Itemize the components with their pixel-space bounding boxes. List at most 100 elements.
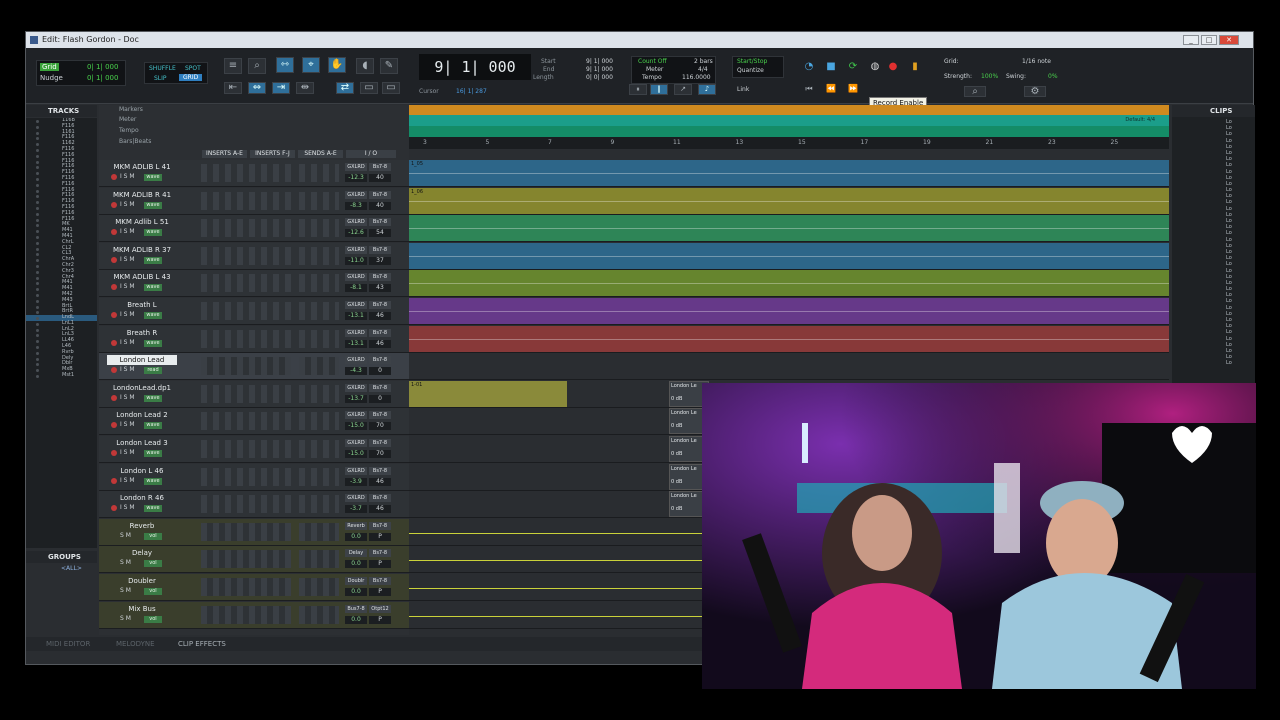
send-slots[interactable] <box>299 357 339 376</box>
track-row[interactable]: MKM ADLIB L 43 I S M wave GXLRD Bs7-8 -8.1 43 <box>99 270 409 298</box>
track-row[interactable]: Doubler S M vol Doublr Bs7-8 0.0 P <box>99 574 409 601</box>
record-enable-icon[interactable] <box>111 312 117 318</box>
insert-slots[interactable] <box>201 219 291 238</box>
track-row[interactable]: MKM Adlib L 51 I S M wave GXLRD Bs7-8 -12.6 54 <box>99 215 409 243</box>
track-buttons-icon[interactable]: I S M <box>120 256 135 263</box>
pan-value[interactable]: 70 <box>369 450 391 458</box>
input-selector[interactable]: GXLRD <box>345 328 367 337</box>
track-lane[interactable] <box>409 242 1169 270</box>
volume-value[interactable]: -13.7 <box>345 394 367 403</box>
record-enable-icon[interactable] <box>111 367 117 374</box>
track-name[interactable]: MKM ADLIB L 41 <box>107 162 177 172</box>
pan-value[interactable]: 0 <box>369 367 391 376</box>
track-lane[interactable]: 1_06 <box>409 187 1169 215</box>
clip-list-item[interactable]: Lo <box>1172 360 1255 366</box>
input-selector[interactable]: GXLRD <box>345 494 367 503</box>
insert-slots[interactable] <box>201 191 291 210</box>
track-name[interactable]: London Lead 2 <box>107 410 177 420</box>
automation-mode[interactable]: wave <box>144 450 162 457</box>
automation-mode[interactable]: read <box>144 367 162 375</box>
track-name[interactable]: LondonLead.dp1 <box>107 383 177 393</box>
input-selector[interactable]: GXLRD <box>345 218 367 227</box>
insert-slots[interactable] <box>201 495 291 514</box>
group-all[interactable]: <ALL> <box>61 565 82 572</box>
strength-value[interactable]: 100% <box>981 73 998 80</box>
track-name[interactable]: MKM ADLIB R 37 <box>107 245 177 255</box>
output-selector[interactable]: Bs7-8 <box>369 439 391 447</box>
record-enable-icon[interactable] <box>111 505 117 512</box>
pan-value[interactable]: P <box>369 588 391 596</box>
quantize-label[interactable]: Quantize <box>737 67 764 74</box>
tab-clip-effects[interactable]: CLIP EFFECTS <box>178 637 226 651</box>
automation-mode[interactable]: wave <box>144 477 162 485</box>
length-value[interactable]: 0| 0| 000 <box>586 74 613 81</box>
online-icon[interactable]: ◔ <box>800 60 818 76</box>
insert-slots[interactable] <box>201 467 291 486</box>
track-buttons-icon[interactable]: S M <box>120 532 131 539</box>
send-slots[interactable] <box>299 467 339 486</box>
output-selector[interactable]: Bs7-8 <box>369 163 391 171</box>
track-row[interactable]: LondonLead.dp1 I S M wave GXLRD Bs7-8 -13.7 0 <box>99 380 409 408</box>
insert-slots[interactable] <box>201 164 291 182</box>
automation-mode[interactable]: wave <box>144 174 162 181</box>
volume-value[interactable]: -11.0 <box>345 256 367 265</box>
volume-value[interactable]: 0.0 <box>345 615 367 624</box>
send-slots[interactable] <box>299 605 339 624</box>
scrubber-tool-icon[interactable]: ◖ <box>356 58 374 74</box>
insert-slots[interactable] <box>201 357 291 376</box>
pan-value[interactable]: 40 <box>369 174 391 182</box>
automation-mode[interactable]: vol <box>144 615 162 623</box>
tab-to-transient-icon[interactable]: ⇥ <box>272 82 290 94</box>
output-selector[interactable]: Bs7-8 <box>369 383 391 392</box>
grid2-value[interactable]: 1/16 note <box>1022 58 1051 65</box>
pan-value[interactable]: P <box>369 532 391 541</box>
output-selector[interactable]: Bs7-8 <box>369 549 391 558</box>
input-selector[interactable]: Doublr <box>345 577 367 585</box>
pan-value[interactable]: 70 <box>369 422 391 431</box>
automation-mode[interactable]: vol <box>144 532 162 540</box>
send-slots[interactable] <box>299 219 339 238</box>
loop-edit-icon[interactable]: ▭ <box>360 82 378 94</box>
input-selector[interactable]: GXLRD <box>345 383 367 392</box>
track-row[interactable]: MKM ADLIB L 41 I S M wave GXLRD Bs7-8 -12.3 40 <box>99 160 409 187</box>
automation-mode[interactable]: vol <box>144 560 162 568</box>
insert-slots[interactable] <box>201 246 291 265</box>
mirror-icon[interactable]: ⇹ <box>296 82 314 94</box>
pan-value[interactable]: 46 <box>369 339 391 348</box>
stop-icon[interactable]: ■ <box>822 60 840 76</box>
input-selector[interactable]: GXLRD <box>345 466 367 475</box>
track-lane[interactable] <box>409 215 1169 243</box>
track-row[interactable]: London Lead 3I S M wave GXLRD Bs7-8 -15.0 70 <box>99 436 409 463</box>
record-enable-icon[interactable] <box>111 284 117 291</box>
track-buttons-icon[interactable]: I S M <box>120 173 135 180</box>
track-lane[interactable]: 1_05 <box>409 160 1169 187</box>
volume-value[interactable]: -15.0 <box>345 450 367 458</box>
pan-value[interactable]: 0 <box>369 394 391 403</box>
input-selector[interactable]: GXLRD <box>345 163 367 171</box>
insert-slots[interactable] <box>201 522 291 541</box>
return-to-zero-icon[interactable]: ⏮ <box>800 82 818 98</box>
track-row[interactable]: Reverb S Mvol Reverb Bs7-8 0.0 P <box>99 518 409 546</box>
track-buttons-icon[interactable]: I S M <box>120 449 135 456</box>
input-selector[interactable]: GXLRD <box>345 356 367 365</box>
automation-mode[interactable]: wave <box>144 394 162 402</box>
track-name[interactable]: Breath L <box>107 300 177 310</box>
track-name[interactable]: Breath R <box>107 328 177 338</box>
track-lane[interactable] <box>409 270 1169 298</box>
volume-value[interactable]: -13.1 <box>345 339 367 348</box>
input-selector[interactable]: Bus7-8 <box>345 604 367 613</box>
meter-value[interactable]: 4/4 <box>698 66 708 73</box>
pause-icon[interactable]: ⏸ <box>629 84 647 95</box>
track-buttons-icon[interactable]: I S M <box>120 394 135 401</box>
insertion-follows-icon[interactable]: ⇄ <box>336 82 354 94</box>
volume-value[interactable]: 0.0 <box>345 588 367 596</box>
pan-value[interactable]: 40 <box>369 201 391 210</box>
mode-grid[interactable]: GRID <box>179 74 203 81</box>
markers-ruler[interactable] <box>409 105 1169 115</box>
play-icon[interactable]: ⟳ <box>844 60 862 76</box>
insert-slots[interactable] <box>201 329 291 348</box>
insert-slots[interactable] <box>201 578 291 596</box>
send-slots[interactable] <box>299 384 339 403</box>
send-slots[interactable] <box>299 440 339 458</box>
track-buttons-icon[interactable]: I S M <box>120 477 135 484</box>
